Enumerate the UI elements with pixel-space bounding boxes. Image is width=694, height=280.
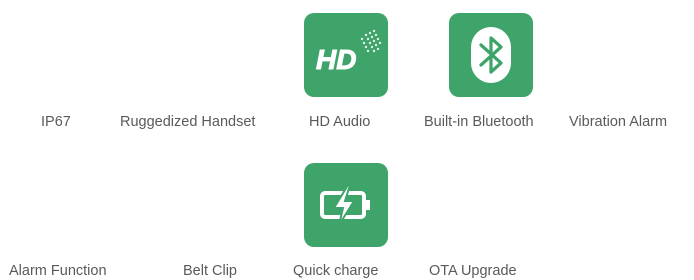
- feature-label-alarm-function: Alarm Function: [9, 263, 107, 279]
- hd-audio-icon: HD: [304, 13, 388, 97]
- battery-charge-icon: [304, 163, 388, 247]
- feature-label-hd-audio: HD Audio: [309, 114, 371, 130]
- feature-label-ip67: IP67: [41, 114, 71, 130]
- bluetooth-icon: [449, 13, 533, 97]
- feature-label-ota-upgrade: OTA Upgrade: [429, 263, 517, 279]
- feature-label-built-in-bluetooth: Built-in Bluetooth: [424, 114, 534, 130]
- feature-label-ruggedized-handset: Ruggedized Handset: [120, 114, 256, 130]
- feature-label-vibration-alarm: Vibration Alarm: [569, 114, 668, 130]
- feature-label-belt-clip: Belt Clip: [183, 263, 237, 279]
- hd-logo-text: HD: [316, 44, 356, 75]
- feature-label-quick-charge: Quick charge: [293, 263, 379, 279]
